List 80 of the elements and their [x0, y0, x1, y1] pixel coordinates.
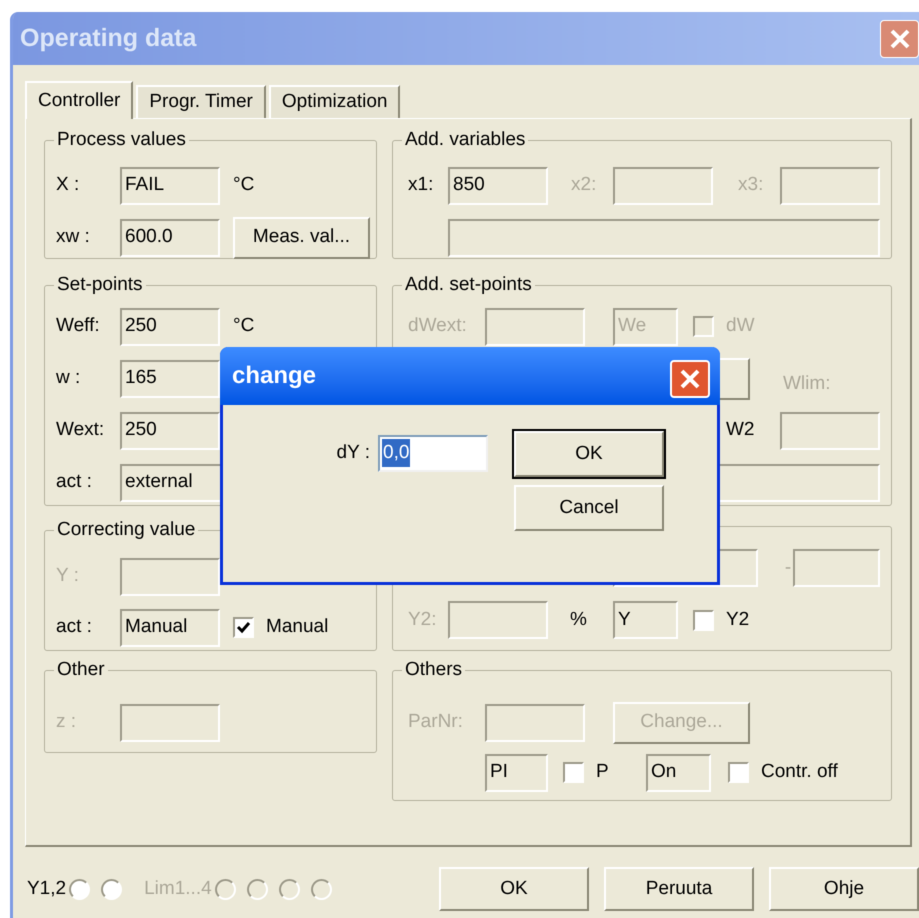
tab[interactable]: Progr. Timer: [136, 85, 266, 118]
checkbox[interactable]: [728, 762, 749, 783]
text-field[interactable]: [793, 549, 880, 587]
checkbox-label: dW: [726, 314, 754, 338]
field-label: x1:: [408, 173, 434, 198]
close-button[interactable]: [670, 360, 710, 398]
button[interactable]: Meas. val...: [233, 216, 370, 258]
text-field[interactable]: On: [646, 754, 711, 792]
radio-label: Lim1...4: [144, 876, 212, 901]
text-field[interactable]: 850: [448, 166, 548, 204]
radio-button[interactable]: [101, 878, 122, 900]
text-field[interactable]: Y: [613, 601, 678, 639]
checkbox[interactable]: [233, 617, 254, 638]
checkbox-label: Contr. off: [761, 760, 838, 784]
text-field[interactable]: [780, 412, 880, 450]
checkbox[interactable]: [693, 610, 714, 630]
text-field[interactable]: 250: [120, 412, 220, 450]
text-field[interactable]: [120, 558, 220, 596]
field-label: w :: [56, 366, 82, 390]
field-label: xw :: [56, 225, 91, 250]
button[interactable]: Peruuta: [604, 867, 754, 911]
field-label: z :: [56, 710, 78, 734]
unit-label: °C: [233, 314, 254, 338]
button[interactable]: OK: [514, 431, 664, 477]
field-label: Wlim:: [783, 372, 830, 396]
text-field[interactable]: [780, 166, 880, 204]
group-title: Set-points: [56, 273, 144, 297]
close-icon: [888, 28, 910, 50]
tab[interactable]: Optimization: [268, 85, 400, 118]
group-title: Process values: [56, 128, 187, 152]
field-label: Wext:: [56, 418, 106, 442]
text-field[interactable]: FAIL: [120, 166, 220, 204]
text-field[interactable]: 600.0: [120, 218, 220, 256]
field-label: ParNr:: [408, 710, 464, 734]
text-field[interactable]: [448, 601, 548, 639]
text-field[interactable]: Manual: [120, 608, 220, 646]
field-label: W2: [726, 418, 756, 442]
field-label: dWext:: [408, 314, 468, 338]
field-label: x3:: [738, 173, 764, 198]
button[interactable]: OK: [439, 867, 589, 911]
field-label: Weff:: [56, 314, 101, 338]
radio-label: Y1,2: [27, 876, 66, 901]
group-title: Correcting value: [56, 518, 196, 542]
group-title: Others: [404, 658, 464, 682]
group-title: Other: [56, 658, 106, 682]
field-label: act :: [56, 615, 93, 640]
tab[interactable]: Controller: [25, 81, 134, 119]
checkbox[interactable]: [563, 762, 584, 783]
checkbox-label: Manual: [266, 615, 328, 640]
radio-button[interactable]: [69, 878, 90, 900]
text-field[interactable]: 165: [120, 360, 220, 398]
text-field[interactable]: [485, 704, 585, 742]
field-label: act :: [56, 470, 93, 494]
field-label: x2:: [571, 173, 598, 198]
unit-label: %: [570, 608, 588, 632]
text-field[interactable]: PI: [485, 754, 548, 792]
dialog-title: change: [232, 361, 316, 391]
group-title: Add. set-points: [404, 273, 533, 297]
button[interactable]: Ohje: [769, 867, 919, 911]
text-field[interactable]: [613, 166, 713, 204]
checkbox-label: P: [596, 760, 609, 784]
text-field[interactable]: [120, 704, 220, 742]
close-icon: [679, 368, 701, 390]
field-label: dY :: [336, 440, 371, 465]
field-label: Y2:: [408, 608, 438, 632]
text-field[interactable]: [448, 218, 880, 256]
window-title: Operating data: [20, 22, 196, 54]
group-title: Add. variables: [404, 128, 526, 152]
text-field[interactable]: 250: [120, 308, 220, 346]
button[interactable]: Cancel: [514, 485, 664, 531]
field-label: Y :: [56, 564, 80, 588]
input-field[interactable]: 0,0: [378, 434, 488, 472]
close-button[interactable]: [880, 20, 919, 58]
text-field[interactable]: [485, 308, 585, 346]
check-icon: [236, 620, 251, 635]
field-label: X :: [56, 173, 80, 198]
unit-label: °C: [233, 173, 254, 198]
checkbox-label: Y2: [726, 608, 750, 632]
field-label: -: [784, 556, 792, 580]
input-text: 0,0: [382, 438, 410, 468]
